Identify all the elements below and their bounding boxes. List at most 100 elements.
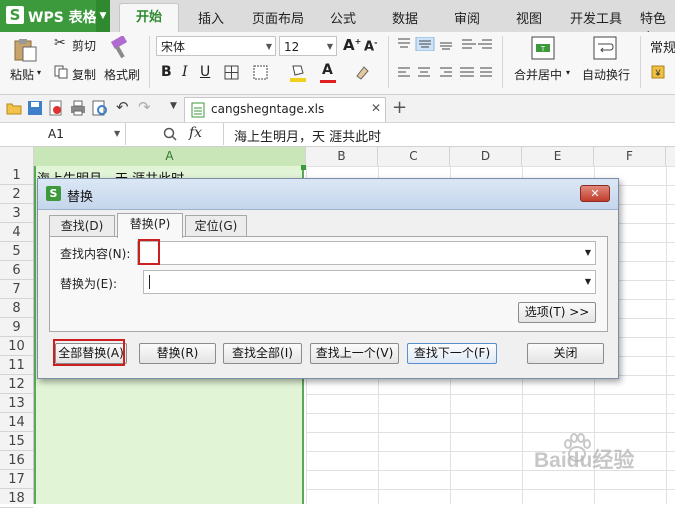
replace-tab-panel: 查找内容(N): ▼ 替换为(E): ▼ 选项(T) >> <box>49 236 608 332</box>
close-icon[interactable]: ✕ <box>580 185 610 202</box>
redo-icon[interactable]: ↷ <box>138 98 151 116</box>
tab-review[interactable]: 审阅 <box>454 8 480 27</box>
paste-label[interactable]: 粘贴 <box>10 66 34 83</box>
customize-dropdown-icon[interactable]: ▼ <box>170 101 177 111</box>
column-header-c[interactable]: C <box>378 147 450 166</box>
close-tab-icon[interactable]: ✕ <box>371 101 381 115</box>
formula-content[interactable]: 海上生明月，天 涯共此时 <box>234 126 381 145</box>
find-previous-button[interactable]: 查找上一个(V) <box>310 343 399 364</box>
close-button[interactable]: 关闭 <box>527 343 604 364</box>
font-name-select[interactable]: 宋体 ▼ <box>156 36 276 56</box>
scissors-icon[interactable]: ✂ <box>54 35 66 51</box>
row-header[interactable]: 2 <box>0 185 33 204</box>
row-header[interactable]: 1 <box>0 166 33 185</box>
tab-view[interactable]: 视图 <box>516 8 542 27</box>
find-input[interactable]: ▼ <box>137 241 596 265</box>
number-format-select[interactable]: 常规 <box>650 37 675 56</box>
row-header[interactable]: 16 <box>0 451 33 470</box>
paste-icon[interactable] <box>12 38 38 62</box>
export-pdf-icon[interactable] <box>48 100 64 116</box>
print-icon[interactable] <box>70 100 86 116</box>
function-icon[interactable]: fx <box>189 125 202 141</box>
chevron-down-icon[interactable]: ▾ <box>566 68 570 77</box>
row-header[interactable]: 8 <box>0 299 33 318</box>
row-header[interactable]: 14 <box>0 413 33 432</box>
row-header[interactable]: 9 <box>0 318 33 337</box>
new-tab-icon[interactable]: + <box>392 97 407 118</box>
underline-icon[interactable]: U <box>200 64 210 80</box>
options-button[interactable]: 选项(T) >> <box>518 302 596 323</box>
format-painter-icon[interactable] <box>108 36 134 60</box>
find-next-button[interactable]: 查找下一个(F) <box>407 343 497 364</box>
watermark: Baidu经验 <box>534 432 666 472</box>
name-box[interactable]: A1 ▼ <box>0 123 126 145</box>
fill-pattern-icon[interactable] <box>253 65 269 81</box>
wps-app-menu-button[interactable]: S WPS 表格 ▼ <box>0 0 110 32</box>
row-header[interactable]: 4 <box>0 223 33 242</box>
row-header[interactable]: 6 <box>0 261 33 280</box>
shrink-font-icon[interactable]: A- <box>364 38 377 54</box>
chevron-down-icon[interactable]: ▼ <box>96 0 110 32</box>
horizontal-align-icons[interactable] <box>396 66 496 80</box>
copy-icon[interactable] <box>54 65 68 79</box>
row-header[interactable]: 15 <box>0 432 33 451</box>
tab-developer[interactable]: 开发工具 <box>570 8 622 27</box>
grow-font-icon[interactable]: A+ <box>343 36 361 54</box>
zoom-icon[interactable] <box>163 127 177 141</box>
wrap-text-icon[interactable] <box>593 36 617 60</box>
column-header-f[interactable]: F <box>594 147 666 166</box>
row-header[interactable]: 12 <box>0 375 33 394</box>
tab-formula[interactable]: 公式 <box>330 8 356 27</box>
find-all-button[interactable]: 查找全部(I) <box>223 343 302 364</box>
row-header[interactable]: 17 <box>0 470 33 489</box>
column-header-e[interactable]: E <box>522 147 594 166</box>
tab-find[interactable]: 查找(D) <box>49 215 115 237</box>
chevron-down-icon[interactable]: ▾ <box>37 68 41 77</box>
replace-input[interactable]: ▼ <box>143 270 596 294</box>
clear-format-icon[interactable] <box>354 64 370 82</box>
chevron-down-icon[interactable]: ▼ <box>114 129 120 138</box>
wps-logo-icon: S <box>46 186 61 201</box>
column-header-d[interactable]: D <box>450 147 522 166</box>
dialog-title-bar[interactable]: S 替换 ✕ <box>38 179 618 210</box>
fill-color-icon[interactable] <box>289 63 307 83</box>
currency-icon[interactable]: ¥ <box>651 64 671 82</box>
column-header-a[interactable]: A <box>34 147 306 166</box>
save-icon[interactable] <box>27 100 43 116</box>
fill-handle[interactable] <box>301 165 306 170</box>
row-header[interactable]: 5 <box>0 242 33 261</box>
tab-insert[interactable]: 插入 <box>198 8 224 27</box>
tab-page-layout[interactable]: 页面布局 <box>252 8 304 27</box>
chevron-down-icon[interactable]: ▼ <box>585 277 591 286</box>
wrap-text-button[interactable]: 自动换行 <box>582 66 630 83</box>
row-header[interactable]: 18 <box>0 489 33 508</box>
undo-icon[interactable]: ↶ <box>116 98 129 116</box>
print-preview-icon[interactable] <box>92 100 108 116</box>
open-folder-icon[interactable] <box>6 101 22 115</box>
merge-center-button[interactable]: 合并居中 <box>514 66 562 83</box>
replace-button[interactable]: 替换(R) <box>139 343 216 364</box>
tab-replace[interactable]: 替换(P) <box>117 213 183 238</box>
tab-data[interactable]: 数据 <box>392 8 418 27</box>
row-header[interactable]: 11 <box>0 356 33 375</box>
font-color-icon[interactable]: A <box>322 62 333 78</box>
document-tab[interactable]: cangshegntage.xls ✕ <box>184 97 386 122</box>
italic-icon[interactable]: I <box>182 64 188 80</box>
chevron-down-icon[interactable]: ▼ <box>585 248 591 257</box>
row-header[interactable]: 10 <box>0 337 33 356</box>
merge-center-icon[interactable]: T <box>531 36 555 60</box>
vertical-align-icons[interactable] <box>396 37 496 51</box>
select-all-corner[interactable] <box>0 147 34 166</box>
format-painter-button[interactable]: 格式刷 <box>104 66 140 83</box>
cut-button[interactable]: 剪切 <box>72 37 96 54</box>
tab-start[interactable]: 开始 <box>119 3 179 33</box>
tab-goto[interactable]: 定位(G) <box>185 215 247 237</box>
copy-button[interactable]: 复制 <box>72 66 96 83</box>
row-header[interactable]: 3 <box>0 204 33 223</box>
row-header[interactable]: 7 <box>0 280 33 299</box>
border-icon[interactable] <box>224 65 240 81</box>
font-size-select[interactable]: 12 ▼ <box>279 36 337 56</box>
bold-icon[interactable]: B <box>161 64 172 80</box>
row-header[interactable]: 13 <box>0 394 33 413</box>
column-header-b[interactable]: B <box>306 147 378 166</box>
